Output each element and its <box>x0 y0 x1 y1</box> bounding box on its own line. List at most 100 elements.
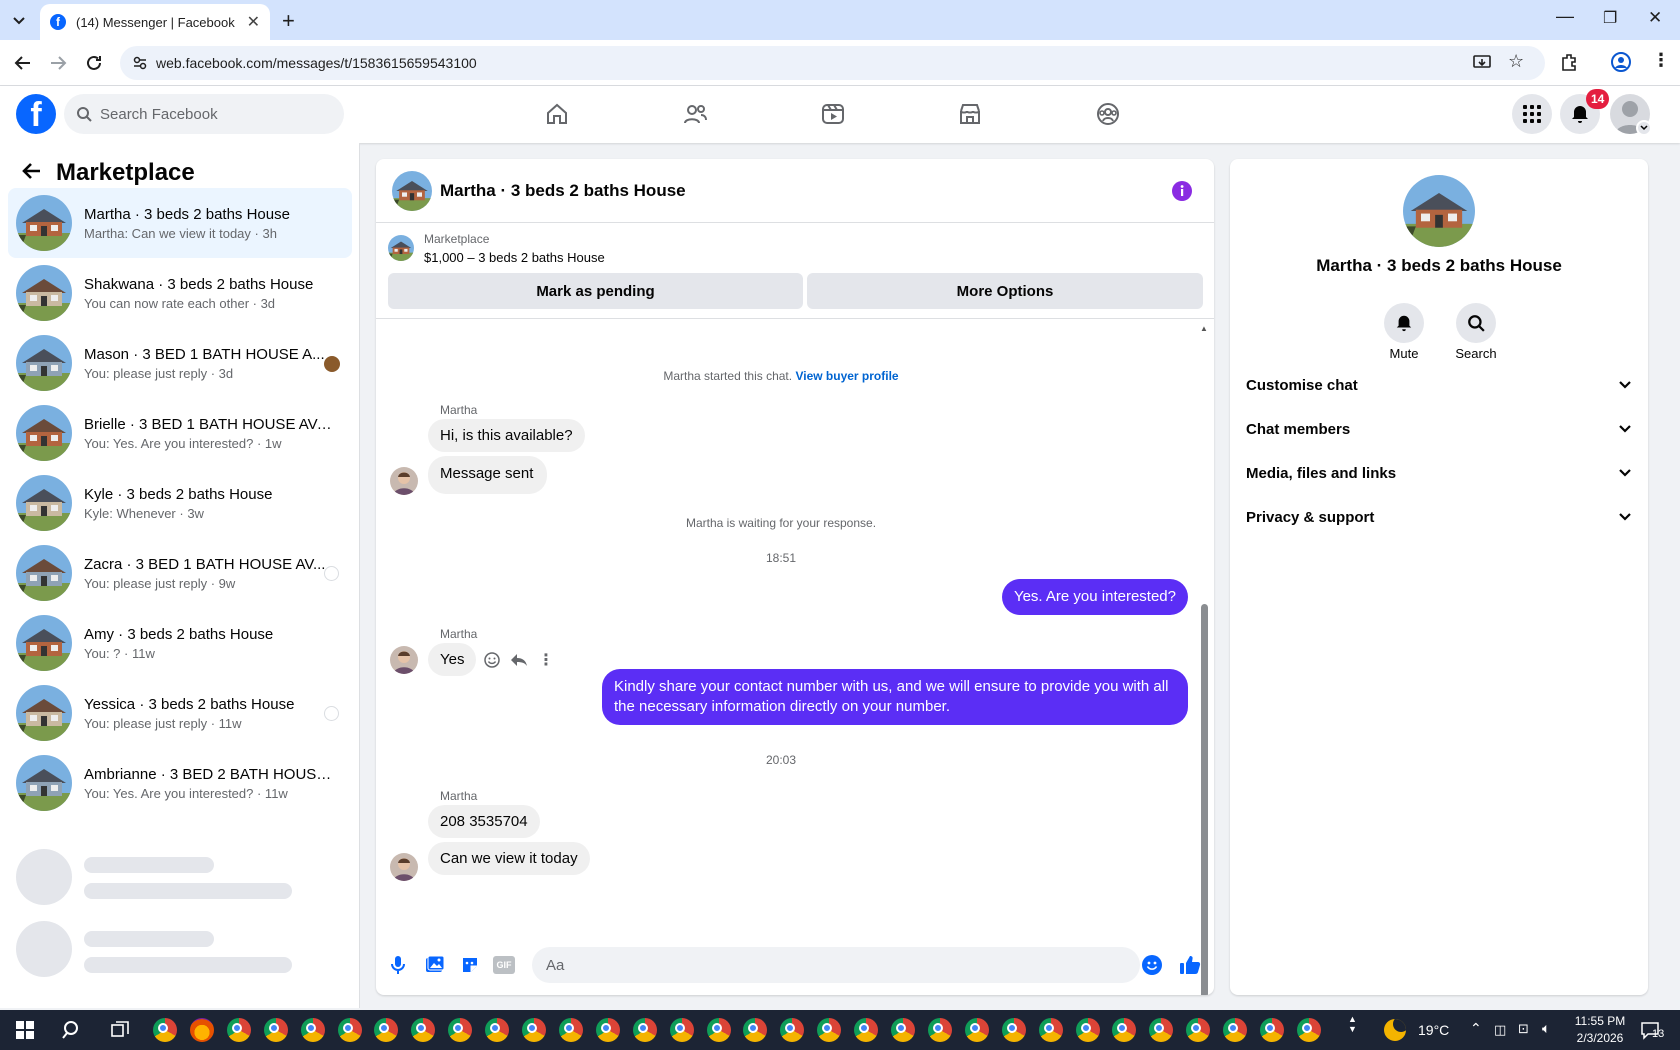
more-actions-icon[interactable]: ⋮ <box>538 650 554 670</box>
back-icon[interactable] <box>12 52 34 74</box>
chrome-taskbar-icon[interactable] <box>964 1018 989 1042</box>
bookmark-star-icon[interactable]: ☆ <box>1508 51 1524 72</box>
sticker-icon[interactable] <box>460 955 480 975</box>
conversation-item[interactable]: Kyle · 3 beds 2 baths House Kyle: Wheneve… <box>8 468 352 538</box>
details-section-row[interactable]: Customise chat <box>1246 365 1632 405</box>
reload-icon[interactable] <box>83 52 105 74</box>
incoming-message[interactable]: Can we view it today <box>428 842 590 875</box>
info-icon[interactable] <box>1172 181 1192 201</box>
taskbar-scroll-icon[interactable]: ▲ ▼ <box>1348 1014 1357 1034</box>
new-tab-icon[interactable]: + <box>282 8 295 34</box>
tray-camera-icon[interactable]: ◫ <box>1494 1022 1506 1038</box>
chrome-taskbar-icon[interactable] <box>411 1018 436 1042</box>
reply-icon[interactable] <box>510 651 528 669</box>
tab-close-icon[interactable]: ✕ <box>247 12 260 32</box>
chrome-taskbar-icon[interactable] <box>1112 1018 1137 1042</box>
chrome-taskbar-icon[interactable] <box>817 1018 842 1042</box>
more-options-button[interactable]: More Options <box>807 273 1203 309</box>
firefox-taskbar-icon[interactable] <box>189 1018 214 1042</box>
conversation-item[interactable]: Martha · 3 beds 2 baths House Martha: Can… <box>8 188 352 258</box>
conversation-item[interactable]: Shakwana · 3 beds 2 baths House You can n… <box>8 258 352 328</box>
listing-price-title[interactable]: $1,000 – 3 beds 2 baths House <box>424 250 605 265</box>
browser-tab[interactable]: f (14) Messenger | Facebook ✕ <box>40 4 270 40</box>
chrome-taskbar-icon[interactable] <box>1260 1018 1284 1042</box>
conversation-item[interactable]: Brielle · 3 BED 1 BATH HOUSE AVAI... You:… <box>8 398 352 468</box>
mark-as-pending-button[interactable]: Mark as pending <box>388 273 803 309</box>
minimize-icon[interactable]: — <box>1556 6 1574 27</box>
conversation-item[interactable]: Amy · 3 beds 2 baths House You: ? · 11w <box>8 608 352 678</box>
chrome-taskbar-icon[interactable] <box>300 1018 325 1042</box>
chrome-taskbar-icon[interactable] <box>743 1018 768 1042</box>
details-section-row[interactable]: Privacy & support <box>1246 497 1632 537</box>
profile-icon[interactable] <box>1610 51 1632 73</box>
conversation-item[interactable]: Ambrianne · 3 BED 2 BATH HOUSE... You: Ye… <box>8 748 352 818</box>
menu-grid-icon[interactable] <box>1512 94 1552 134</box>
details-section-row[interactable]: Chat members <box>1246 409 1632 449</box>
restore-icon[interactable]: ❐ <box>1603 8 1617 28</box>
chrome-taskbar-icon[interactable] <box>522 1018 546 1042</box>
chat-avatar[interactable] <box>392 171 432 211</box>
window-close-icon[interactable]: ✕ <box>1648 8 1662 28</box>
chrome-taskbar-icon[interactable] <box>374 1018 399 1042</box>
video-nav-icon[interactable] <box>813 96 853 132</box>
tab-search-icon[interactable] <box>8 10 30 30</box>
chrome-taskbar-icon[interactable] <box>1075 1018 1100 1042</box>
temperature[interactable]: 19°C <box>1418 1022 1449 1038</box>
chrome-taskbar-icon[interactable] <box>780 1018 805 1042</box>
scrollbar-thumb[interactable] <box>1201 604 1208 995</box>
chrome-taskbar-icon[interactable] <box>927 1018 952 1042</box>
chrome-taskbar-icon[interactable] <box>485 1018 510 1042</box>
chrome-taskbar-icon[interactable] <box>1038 1018 1063 1042</box>
groups-nav-icon[interactable] <box>1088 96 1128 132</box>
chrome-taskbar-icon[interactable] <box>1149 1018 1174 1042</box>
incoming-message[interactable]: Message sent <box>428 456 548 494</box>
incoming-message[interactable]: 208 3535704 <box>428 805 540 838</box>
incoming-message[interactable]: Yes <box>428 643 477 676</box>
tray-overflow-icon[interactable]: ⌃ <box>1470 1020 1482 1037</box>
clock[interactable]: 11:55 PM 2/3/2026 <box>1570 1013 1630 1047</box>
account-chevron-icon[interactable] <box>1636 120 1652 136</box>
chrome-taskbar-icon[interactable] <box>153 1018 177 1042</box>
chrome-taskbar-icon[interactable] <box>891 1018 915 1042</box>
install-app-icon[interactable] <box>1472 53 1492 73</box>
search-chat-button[interactable] <box>1456 303 1496 343</box>
details-section-row[interactable]: Media, files and links <box>1246 453 1632 493</box>
chrome-taskbar-icon[interactable] <box>854 1018 879 1042</box>
chrome-taskbar-icon[interactable] <box>226 1018 251 1042</box>
profile-large-avatar[interactable] <box>1403 175 1475 247</box>
incoming-message[interactable]: Hi, is this available? <box>428 419 585 452</box>
outgoing-message[interactable]: Kindly share your contact number with us… <box>602 669 1188 725</box>
chrome-taskbar-icon[interactable] <box>632 1018 657 1042</box>
back-arrow-icon[interactable] <box>20 160 42 182</box>
view-buyer-profile-link[interactable]: View buyer profile <box>795 369 898 383</box>
chrome-taskbar-icon[interactable] <box>1223 1018 1248 1042</box>
listing-thumbnail[interactable] <box>388 235 414 261</box>
emoji-icon[interactable] <box>1142 955 1162 975</box>
chrome-taskbar-icon[interactable] <box>448 1018 473 1042</box>
taskbar-search-icon[interactable] <box>62 1020 82 1040</box>
extensions-icon[interactable] <box>1558 51 1580 73</box>
sender-avatar[interactable] <box>390 853 418 881</box>
conversation-item[interactable]: Zacra · 3 BED 1 BATH HOUSE AV... You: ple… <box>8 538 352 608</box>
conversation-item[interactable]: Yessica · 3 beds 2 baths House You: pleas… <box>8 678 352 748</box>
gif-icon[interactable]: GIF <box>493 956 515 974</box>
network-icon[interactable]: ⊡ <box>1518 1021 1529 1037</box>
home-nav-icon[interactable] <box>537 96 577 132</box>
sender-avatar[interactable] <box>390 646 418 674</box>
photo-attach-icon[interactable] <box>425 955 445 975</box>
message-scrollbar[interactable]: ▲ ▼ <box>1199 324 1209 995</box>
chrome-taskbar-icon[interactable] <box>706 1018 731 1042</box>
forward-icon[interactable] <box>47 52 69 74</box>
mute-button[interactable] <box>1384 303 1424 343</box>
chrome-taskbar-icon[interactable] <box>558 1018 583 1042</box>
sender-avatar[interactable] <box>390 467 418 495</box>
outgoing-message[interactable]: Yes. Are you interested? <box>1001 579 1188 615</box>
message-input[interactable]: Aa <box>532 947 1140 983</box>
chat-title[interactable]: Martha · 3 beds 2 baths House <box>440 181 686 201</box>
chrome-taskbar-icon[interactable] <box>595 1018 620 1042</box>
friends-nav-icon[interactable] <box>675 96 715 132</box>
chrome-taskbar-icon[interactable] <box>263 1018 288 1042</box>
windows-start-icon[interactable] <box>16 1021 34 1039</box>
chrome-taskbar-icon[interactable] <box>1001 1018 1026 1042</box>
chrome-taskbar-icon[interactable] <box>669 1018 694 1042</box>
